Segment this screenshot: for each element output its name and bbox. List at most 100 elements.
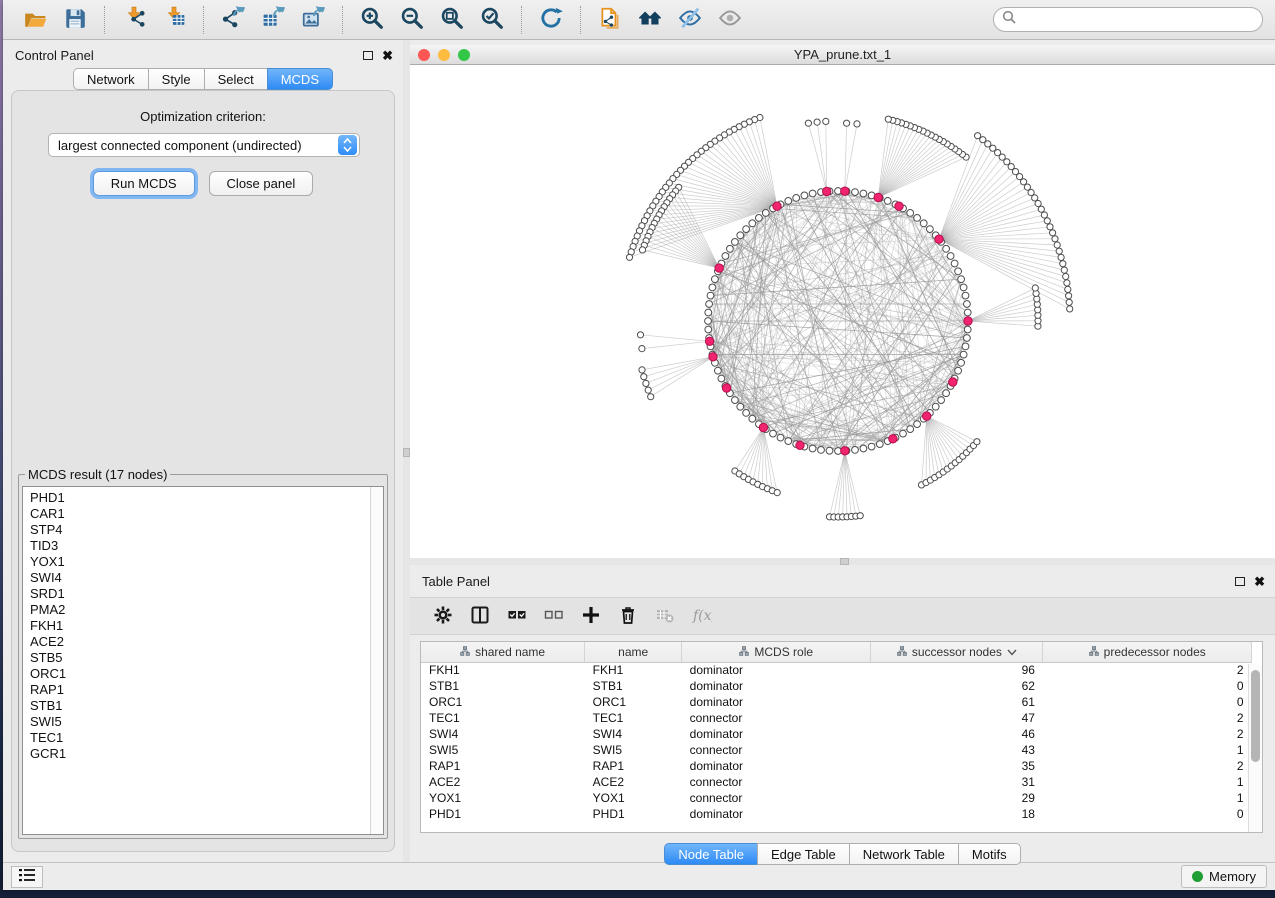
table-cell[interactable]: 46: [871, 726, 1043, 742]
node[interactable]: [749, 220, 756, 227]
export-image-button[interactable]: [296, 4, 330, 36]
tab-network[interactable]: Network: [73, 68, 148, 90]
node[interactable]: [1058, 254, 1064, 260]
mcds-node[interactable]: [715, 264, 723, 272]
table-cell[interactable]: 2: [1043, 710, 1252, 726]
window-minimize-button[interactable]: [438, 49, 450, 61]
table-cell[interactable]: 29: [871, 790, 1043, 806]
network-canvas[interactable]: [410, 65, 1275, 558]
table-cell[interactable]: FKH1: [421, 662, 585, 678]
mcds-result-item[interactable]: RAP1: [30, 682, 383, 698]
mcds-result-item[interactable]: TEC1: [30, 730, 383, 746]
memory-button[interactable]: Memory: [1181, 865, 1267, 888]
mcds-result-item[interactable]: SRD1: [30, 586, 383, 602]
mcds-result-item[interactable]: YOX1: [30, 554, 383, 570]
node[interactable]: [737, 232, 744, 239]
close-panel-button[interactable]: Close panel: [209, 171, 314, 196]
node[interactable]: [914, 215, 921, 222]
mcds-node[interactable]: [949, 378, 957, 386]
node[interactable]: [785, 438, 792, 445]
node[interactable]: [756, 215, 763, 222]
mcds-node[interactable]: [773, 202, 781, 210]
zoom-out-button[interactable]: [395, 4, 429, 36]
column-header-shared-name[interactable]: shared name: [421, 642, 585, 662]
node[interactable]: [1044, 218, 1050, 224]
node[interactable]: [637, 332, 643, 338]
node[interactable]: [964, 326, 971, 333]
column-visibility-button[interactable]: [465, 601, 495, 631]
table-scrollbar-thumb[interactable]: [1251, 670, 1260, 762]
node[interactable]: [705, 326, 712, 333]
column-header-successor-nodes[interactable]: successor nodes: [871, 642, 1043, 662]
node[interactable]: [823, 118, 829, 124]
node[interactable]: [1050, 230, 1056, 236]
mcds-result-item[interactable]: TID3: [30, 538, 383, 554]
table-cell[interactable]: STB1: [421, 678, 585, 694]
node[interactable]: [1061, 267, 1067, 273]
mcds-node[interactable]: [709, 353, 717, 361]
node[interactable]: [722, 253, 729, 260]
mcds-result-item[interactable]: ACE2: [30, 634, 383, 650]
node[interactable]: [626, 254, 632, 260]
node[interactable]: [868, 443, 875, 450]
node[interactable]: [860, 190, 867, 197]
search-field[interactable]: [993, 7, 1263, 32]
node[interactable]: [1032, 285, 1038, 291]
node[interactable]: [844, 120, 850, 126]
table-scrollbar[interactable]: [1248, 664, 1262, 832]
vertical-split-divider[interactable]: [403, 40, 410, 862]
node[interactable]: [749, 415, 756, 422]
column-header-name[interactable]: name: [585, 642, 682, 662]
task-history-button[interactable]: [11, 866, 43, 888]
node[interactable]: [1066, 299, 1072, 305]
create-column-button[interactable]: [576, 601, 606, 631]
node[interactable]: [974, 439, 980, 445]
mcds-node[interactable]: [705, 337, 713, 345]
node[interactable]: [960, 284, 967, 291]
table-settings-button[interactable]: [428, 601, 458, 631]
table-cell[interactable]: ORC1: [585, 694, 682, 710]
node[interactable]: [705, 318, 712, 325]
window-close-button[interactable]: [418, 49, 430, 61]
table-cell[interactable]: dominator: [682, 694, 871, 710]
mcds-node[interactable]: [841, 187, 849, 195]
table-cell[interactable]: connector: [682, 774, 871, 790]
horizontal-split-divider[interactable]: [410, 558, 1275, 565]
node[interactable]: [645, 387, 651, 393]
node[interactable]: [876, 441, 883, 448]
save-session-button[interactable]: [58, 4, 92, 36]
mcds-node[interactable]: [923, 412, 931, 420]
table-cell[interactable]: RAP1: [421, 758, 585, 774]
table-cell[interactable]: 1: [1043, 742, 1252, 758]
hide-selected-button[interactable]: [673, 4, 707, 36]
node[interactable]: [809, 190, 816, 197]
column-header-predecessor-nodes[interactable]: predecessor nodes: [1043, 642, 1252, 662]
mcds-node[interactable]: [722, 384, 730, 392]
mcds-result-item[interactable]: STB1: [30, 698, 383, 714]
table-cell[interactable]: TEC1: [585, 710, 682, 726]
table-tab-motifs[interactable]: Motifs: [958, 843, 1021, 865]
node[interactable]: [774, 490, 780, 496]
node[interactable]: [1060, 261, 1066, 267]
table-cell[interactable]: 0: [1043, 678, 1252, 694]
node[interactable]: [818, 447, 825, 454]
node[interactable]: [1056, 248, 1062, 254]
table-row[interactable]: PHD1PHD1dominator180: [421, 806, 1252, 822]
node[interactable]: [785, 198, 792, 205]
mcds-result-item[interactable]: PHD1: [30, 490, 383, 506]
node[interactable]: [743, 226, 750, 233]
table-cell[interactable]: 0: [1043, 694, 1252, 710]
node[interactable]: [709, 284, 716, 291]
node[interactable]: [852, 189, 859, 196]
table-cell[interactable]: 2: [1043, 758, 1252, 774]
node[interactable]: [770, 430, 777, 437]
node[interactable]: [641, 374, 647, 380]
tab-style[interactable]: Style: [148, 68, 204, 90]
table-cell[interactable]: dominator: [682, 758, 871, 774]
node[interactable]: [707, 292, 714, 299]
node[interactable]: [900, 430, 907, 437]
node[interactable]: [1035, 200, 1041, 206]
table-row[interactable]: RAP1RAP1dominator352: [421, 758, 1252, 774]
table-cell[interactable]: PHD1: [585, 806, 682, 822]
node[interactable]: [852, 447, 859, 454]
